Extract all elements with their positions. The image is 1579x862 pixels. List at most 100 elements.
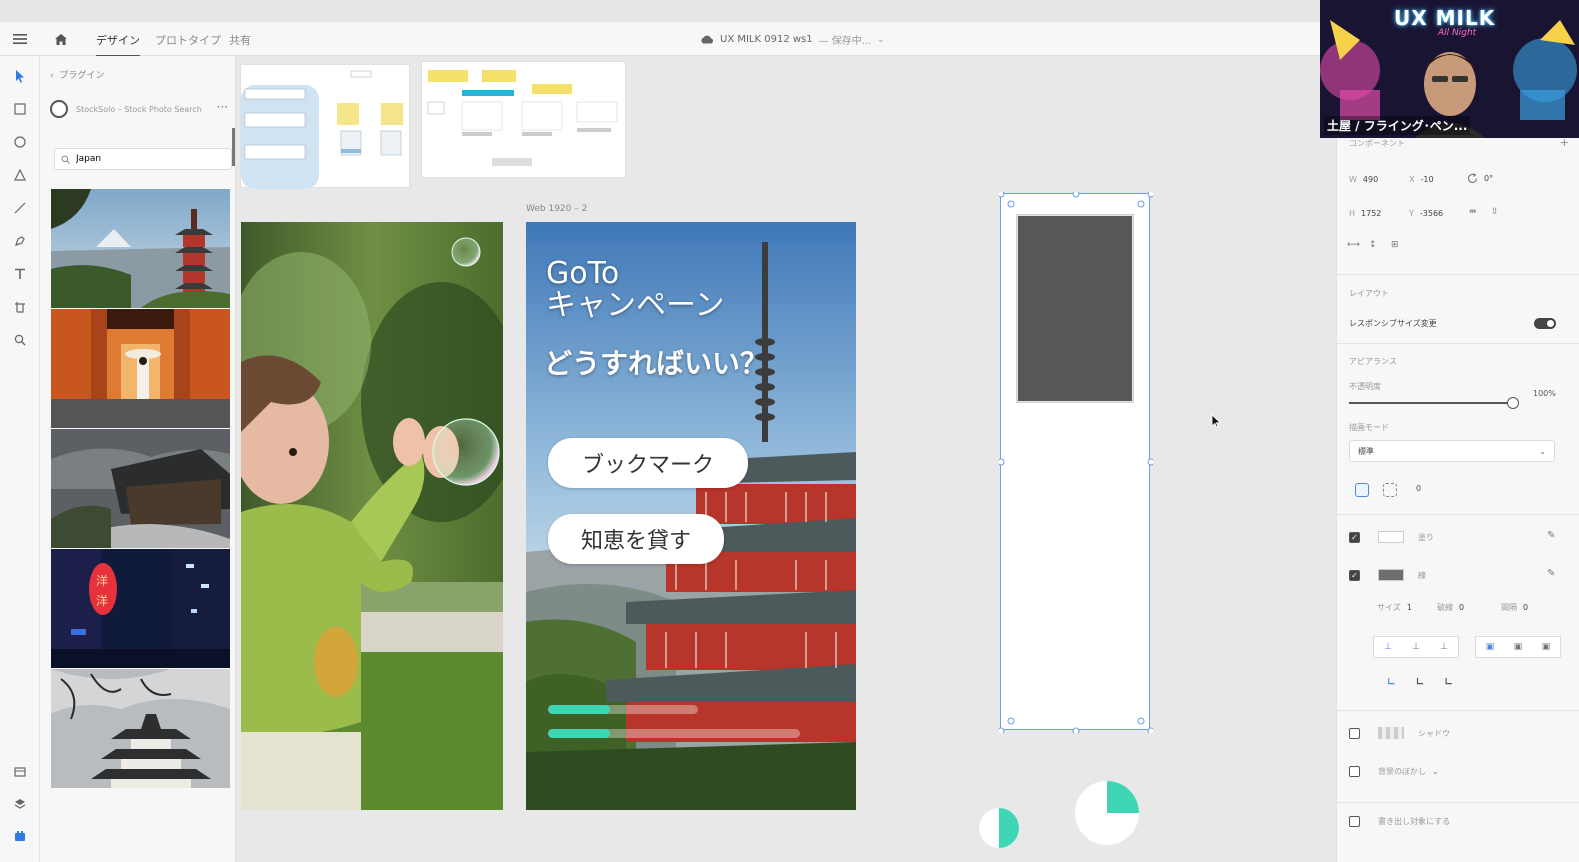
fill-row: ✓ 塗り xyxy=(1349,531,1434,543)
pen-tool-icon[interactable] xyxy=(10,231,30,251)
blend-mode-select[interactable]: 標準 ⌄ xyxy=(1349,440,1555,462)
shadow-checkbox[interactable] xyxy=(1349,727,1360,739)
stroke-inner-icon[interactable]: ▣ xyxy=(1476,637,1504,657)
photo-thumb-pagoda-fuji[interactable] xyxy=(51,189,230,308)
background-blur-checkbox[interactable] xyxy=(1349,766,1360,777)
dash-field[interactable]: 破線 0 xyxy=(1437,602,1464,613)
photo-thumb-lantern-alley[interactable]: 洋 洋 xyxy=(51,549,230,668)
flip-vertical-icon[interactable]: ⇳ xyxy=(1491,207,1499,217)
opacity-slider-track[interactable] xyxy=(1349,397,1519,409)
more-options-icon[interactable]: ··· xyxy=(217,100,228,114)
fixed-height-icon[interactable]: ↕ xyxy=(1369,240,1377,250)
rectangle-tool-icon[interactable] xyxy=(10,99,30,119)
w-label: W xyxy=(1349,175,1357,184)
selected-component-frame[interactable] xyxy=(999,192,1153,733)
progress-fill-2 xyxy=(548,729,610,738)
text-tool-icon[interactable] xyxy=(10,264,30,284)
chevron-down-icon[interactable]: ⌄ xyxy=(1432,767,1439,776)
photo-thumb-castle[interactable] xyxy=(51,669,230,788)
plugins-icon[interactable] xyxy=(10,826,30,846)
component-section-header: コンポーネント xyxy=(1349,138,1405,149)
eyedropper-icon[interactable]: ✎ xyxy=(1547,568,1555,579)
divider xyxy=(1337,514,1579,515)
border-color-swatch[interactable] xyxy=(1378,569,1404,581)
size-label: サイズ xyxy=(1377,603,1401,612)
cap-square-icon[interactable]: ⊥ xyxy=(1430,637,1458,657)
shadow-swatch[interactable] xyxy=(1378,727,1404,739)
panel-scrollbar[interactable] xyxy=(232,128,235,166)
height-field[interactable]: H 1752 xyxy=(1349,209,1381,218)
corner-radius-individual-icon[interactable] xyxy=(1383,483,1397,497)
artboard-thumbnail-flow[interactable] xyxy=(240,64,410,189)
opacity-slider-handle[interactable] xyxy=(1507,397,1519,409)
position-constraint-icon[interactable]: ⊞ xyxy=(1391,240,1399,250)
opacity-slider-fill xyxy=(1349,402,1513,404)
divider xyxy=(1337,802,1579,803)
appearance-section-header: アピアランス xyxy=(1349,356,1397,367)
eyedropper-icon[interactable]: ✎ xyxy=(1547,530,1555,541)
stroke-center-icon[interactable]: ▣ xyxy=(1504,637,1532,657)
border-checkbox[interactable]: ✓ xyxy=(1349,569,1360,581)
opacity-value[interactable]: 100% xyxy=(1533,389,1556,398)
tab-prototype[interactable]: プロトタイプ xyxy=(155,32,221,48)
layers-icon[interactable] xyxy=(10,794,30,814)
document-title[interactable]: UX MILK 0912 ws1 — 保存中... ⌄ xyxy=(700,32,884,47)
width-field[interactable]: W 490 xyxy=(1349,175,1378,184)
zoom-tool-icon[interactable] xyxy=(10,330,30,350)
flip-horizontal-icon[interactable]: ⇹ xyxy=(1469,207,1477,217)
artboard-child-photo[interactable] xyxy=(241,222,503,810)
hamburger-menu-icon[interactable] xyxy=(11,30,29,48)
photo-thumb-village-road[interactable] xyxy=(51,429,230,548)
x-label: X xyxy=(1409,175,1415,184)
artboard-name-label[interactable]: Web 1920 – 2 xyxy=(526,204,587,214)
assets-icon[interactable] xyxy=(10,762,30,782)
stroke-size-field[interactable]: サイズ 1 xyxy=(1377,602,1412,613)
line-tool-icon[interactable] xyxy=(10,198,30,218)
rotation-field[interactable]: 0° xyxy=(1467,173,1493,184)
tab-design[interactable]: デザイン xyxy=(96,32,140,57)
home-icon[interactable] xyxy=(52,30,70,48)
x-field[interactable]: X -10 xyxy=(1409,175,1434,184)
brand-logo: UX MILK xyxy=(1394,6,1496,30)
plugin-back-link[interactable]: ‹ プラグイン xyxy=(50,68,104,81)
property-inspector: コンポーネント + W 490 X -10 0° H 1752 Y -3566 … xyxy=(1336,56,1579,862)
design-canvas[interactable]: Web 1920 – 2 GoTo キャンペーン どうすればいい？ ブックマーク… xyxy=(236,56,1336,862)
photo-thumb-torii-gates[interactable] xyxy=(51,309,230,428)
artboard-thumbnail-notes[interactable] xyxy=(421,61,626,178)
tab-share[interactable]: 共有 xyxy=(229,32,251,48)
corner-radius-uniform-icon[interactable] xyxy=(1355,483,1369,497)
cap-round-icon[interactable]: ⊥ xyxy=(1402,637,1430,657)
photo-search-field[interactable] xyxy=(54,148,232,170)
artboard-tool-icon[interactable] xyxy=(10,297,30,317)
fill-checkbox[interactable]: ✓ xyxy=(1349,531,1360,543)
mock-bookmark-button[interactable]: ブックマーク xyxy=(548,438,748,488)
polygon-tool-icon[interactable] xyxy=(10,165,30,185)
export-checkbox[interactable] xyxy=(1349,816,1360,827)
select-tool-icon[interactable] xyxy=(10,66,30,86)
fixed-width-icon[interactable]: ⟷ xyxy=(1347,240,1360,250)
y-field[interactable]: Y -3566 xyxy=(1409,209,1443,218)
appearance-label: アピアランス xyxy=(1349,357,1397,366)
divider xyxy=(1337,274,1579,275)
join-round-icon[interactable]: ∟ xyxy=(1406,677,1435,697)
fill-color-swatch[interactable] xyxy=(1378,531,1404,543)
corner-radius-value[interactable]: 0 xyxy=(1416,484,1421,493)
cap-butt-icon[interactable]: ⊥ xyxy=(1374,637,1402,657)
stroke-position-group: ▣ ▣ ▣ xyxy=(1475,636,1561,658)
divider xyxy=(1337,710,1579,711)
image-placeholder-rect[interactable] xyxy=(1016,214,1134,403)
mock-title-line2: キャンペーン xyxy=(546,288,725,323)
join-bevel-icon[interactable]: ∟ xyxy=(1434,677,1463,697)
artboard-goto-campaign[interactable]: GoTo キャンペーン どうすればいい？ ブックマーク 知恵を貸す xyxy=(526,222,856,810)
blend-mode-value: 標準 xyxy=(1358,446,1374,456)
responsive-resize-label: レスポンシブサイズ変更 xyxy=(1349,319,1437,328)
join-miter-icon[interactable]: ∟ xyxy=(1377,677,1406,697)
opacity-row: 不透明度 xyxy=(1349,381,1381,392)
gap-field[interactable]: 間隔 0 xyxy=(1501,602,1528,613)
search-input[interactable] xyxy=(76,154,216,164)
mock-share-wisdom-button[interactable]: 知恵を貸す xyxy=(548,514,724,564)
ellipse-tool-icon[interactable] xyxy=(10,132,30,152)
responsive-resize-toggle[interactable] xyxy=(1534,318,1556,329)
shadow-label: シャドウ xyxy=(1418,728,1450,738)
stroke-outer-icon[interactable]: ▣ xyxy=(1532,637,1560,657)
